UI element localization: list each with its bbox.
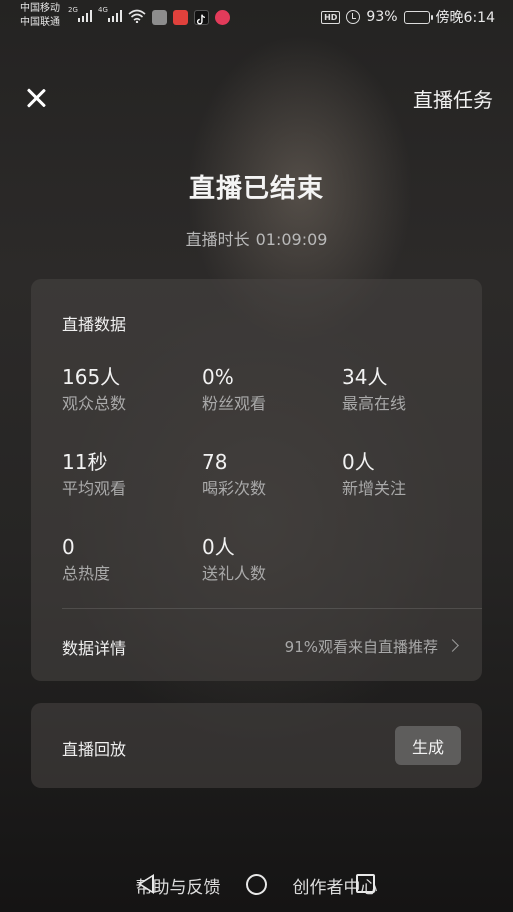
carrier-2: 中国联通 xyxy=(20,17,60,28)
network-type-1: 2G xyxy=(68,6,78,14)
stat-total-heat: 0 总热度 xyxy=(62,535,192,584)
stat-value: 0人 xyxy=(202,535,235,559)
page-title: 直播已结束 xyxy=(188,174,324,204)
nav-recents-icon[interactable] xyxy=(356,874,375,893)
status-right: HD 93% 傍晚6:14 xyxy=(321,7,495,27)
clock: 傍晚6:14 xyxy=(435,10,495,26)
stat-value: 0 xyxy=(62,535,75,559)
carrier-1: 中国移动 xyxy=(20,3,60,14)
tiktok-icon xyxy=(194,10,209,25)
stat-total-viewers: 165人 观众总数 xyxy=(62,365,192,414)
close-icon[interactable] xyxy=(22,84,50,112)
live-duration: 直播时长 01:09:09 xyxy=(0,226,513,250)
stat-label: 粉丝观看 xyxy=(202,394,267,413)
generate-button[interactable]: 生成 xyxy=(395,726,461,765)
battery-icon xyxy=(403,10,433,24)
status-bar: 中国移动 中国联通 2G 4G HD 93% 傍晚6:14 xyxy=(0,0,513,36)
details-note: 91%观看来自直播推荐 xyxy=(284,638,438,656)
battery-percent: 93% xyxy=(366,9,398,25)
stat-value: 78 xyxy=(202,450,228,474)
wifi-icon xyxy=(128,9,146,23)
stat-label: 平均观看 xyxy=(62,479,127,498)
stat-value: 34人 xyxy=(342,365,388,389)
chevron-right-icon xyxy=(446,639,459,652)
notification-app-icon xyxy=(152,10,167,25)
network-type-2: 4G xyxy=(98,6,108,14)
stat-new-follows: 0人 新增关注 xyxy=(342,450,472,499)
live-tasks-link[interactable]: 直播任务 xyxy=(413,84,493,113)
stat-label: 新增关注 xyxy=(342,479,407,498)
alarm-icon xyxy=(346,10,361,24)
signal-icon xyxy=(78,10,92,22)
stat-label: 喝彩次数 xyxy=(202,479,267,498)
replay-label: 直播回放 xyxy=(62,740,127,759)
stat-value: 11秒 xyxy=(62,450,108,474)
live-stats-card: 直播数据 165人 观众总数 0% 粉丝观看 34人 最高在线 11秒 平均观看… xyxy=(31,279,482,681)
stat-avg-watch: 11秒 平均观看 xyxy=(62,450,192,499)
duration-label: 直播时长 xyxy=(185,230,250,249)
live-replay-card: 直播回放 生成 xyxy=(31,703,482,788)
stat-label: 观众总数 xyxy=(62,394,127,413)
app-icon-2 xyxy=(215,10,230,25)
screen: 中国移动 中国联通 2G 4G HD 93% 傍晚6:14 直播任务 直播已结束… xyxy=(0,0,513,912)
carrier-info: 中国移动 中国联通 xyxy=(20,2,60,30)
stat-gift-givers: 0人 送礼人数 xyxy=(202,535,332,584)
stat-value: 0人 xyxy=(342,450,375,474)
signal-icon-2 xyxy=(108,10,122,22)
stat-value: 0% xyxy=(202,365,234,389)
stat-fan-viewing: 0% 粉丝观看 xyxy=(202,365,332,414)
stat-label: 总热度 xyxy=(62,564,111,583)
details-label: 数据详情 xyxy=(62,639,127,658)
nav-home-icon[interactable] xyxy=(246,874,267,895)
duration-value: 01:09:09 xyxy=(255,230,328,249)
stat-peak-online: 34人 最高在线 xyxy=(342,365,472,414)
app-icon xyxy=(173,10,188,25)
stat-label: 最高在线 xyxy=(342,394,407,413)
data-details-row[interactable]: 数据详情 91%观看来自直播推荐 xyxy=(31,609,482,681)
stat-cheers: 78 喝彩次数 xyxy=(202,450,332,499)
stats-title: 直播数据 xyxy=(62,315,127,334)
hd-badge: HD xyxy=(321,10,341,24)
nav-back-icon[interactable] xyxy=(138,874,154,894)
stat-value: 165人 xyxy=(62,365,121,389)
stat-label: 送礼人数 xyxy=(202,564,267,583)
